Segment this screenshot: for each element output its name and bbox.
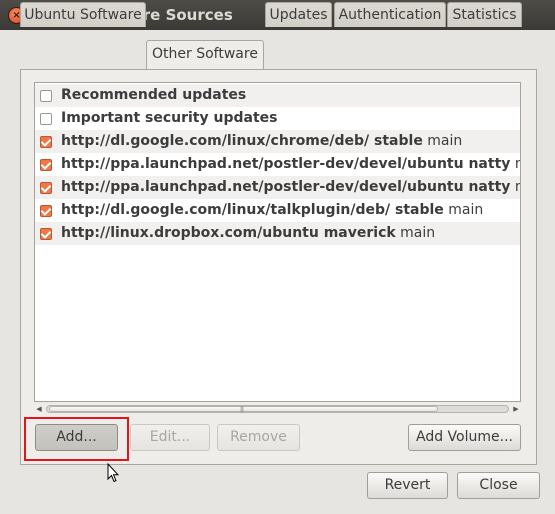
source-component: main — [422, 133, 463, 149]
scrollbar-thumb[interactable]: ||| — [49, 406, 438, 413]
source-component: main — [443, 202, 484, 218]
list-item[interactable]: Recommended updates — [35, 84, 520, 107]
tab-updates[interactable]: Updates — [265, 2, 332, 27]
source-name: http://ppa.launchpad.net/postler-dev/dev… — [61, 156, 511, 172]
source-name: http://linux.dropbox.com/ubuntu maverick — [61, 225, 396, 241]
source-name: http://dl.google.com/linux/chrome/deb/ s… — [61, 133, 423, 149]
tab-other-software[interactable]: Other Software — [146, 40, 264, 69]
source-component: main (S — [510, 179, 520, 195]
revert-button[interactable]: Revert — [367, 472, 448, 499]
list-item[interactable]: http://ppa.launchpad.net/postler-dev/dev… — [35, 176, 520, 199]
tab-authentication[interactable]: Authentication — [334, 2, 446, 27]
remove-button[interactable]: Remove — [217, 424, 300, 451]
horizontal-scrollbar[interactable]: ◀ ||| ▶ — [34, 402, 521, 416]
source-name: http://dl.google.com/linux/talkplugin/de… — [61, 202, 444, 218]
scroll-left-arrow-icon[interactable]: ◀ — [34, 402, 44, 416]
tab-statistics[interactable]: Statistics — [447, 2, 522, 27]
source-name: http://ppa.launchpad.net/postler-dev/dev… — [61, 179, 511, 195]
source-name: Recommended updates — [61, 87, 247, 103]
checkbox[interactable] — [40, 205, 52, 217]
checkbox[interactable] — [40, 136, 52, 148]
sources-list: Recommended updates Important security u… — [34, 82, 521, 402]
checkbox[interactable] — [40, 228, 52, 240]
source-component: main — [510, 156, 520, 172]
highlight-box — [24, 417, 129, 461]
list-item[interactable]: http://dl.google.com/linux/talkplugin/de… — [35, 199, 520, 222]
source-name: Important security updates — [61, 110, 278, 126]
close-button[interactable]: Close — [457, 472, 540, 499]
scrollbar-track[interactable]: ||| — [46, 405, 509, 413]
tab-ubuntu-software[interactable]: Ubuntu Software — [20, 2, 146, 27]
list-item[interactable]: http://ppa.launchpad.net/postler-dev/dev… — [35, 153, 520, 176]
checkbox[interactable] — [40, 159, 52, 171]
checkbox[interactable] — [40, 90, 52, 102]
checkbox[interactable] — [40, 182, 52, 194]
list-item[interactable]: Important security updates — [35, 107, 520, 130]
add-volume-button[interactable]: Add Volume... — [408, 424, 521, 451]
edit-button[interactable]: Edit... — [130, 424, 210, 451]
checkbox[interactable] — [40, 113, 52, 125]
grip-icon: ||| — [240, 406, 244, 413]
list-item[interactable]: http://linux.dropbox.com/ubuntu maverick… — [35, 222, 520, 245]
scroll-right-arrow-icon[interactable]: ▶ — [511, 402, 521, 416]
source-component: main — [395, 225, 436, 241]
list-item[interactable]: http://dl.google.com/linux/chrome/deb/ s… — [35, 130, 520, 153]
mouse-cursor-icon — [107, 463, 119, 483]
